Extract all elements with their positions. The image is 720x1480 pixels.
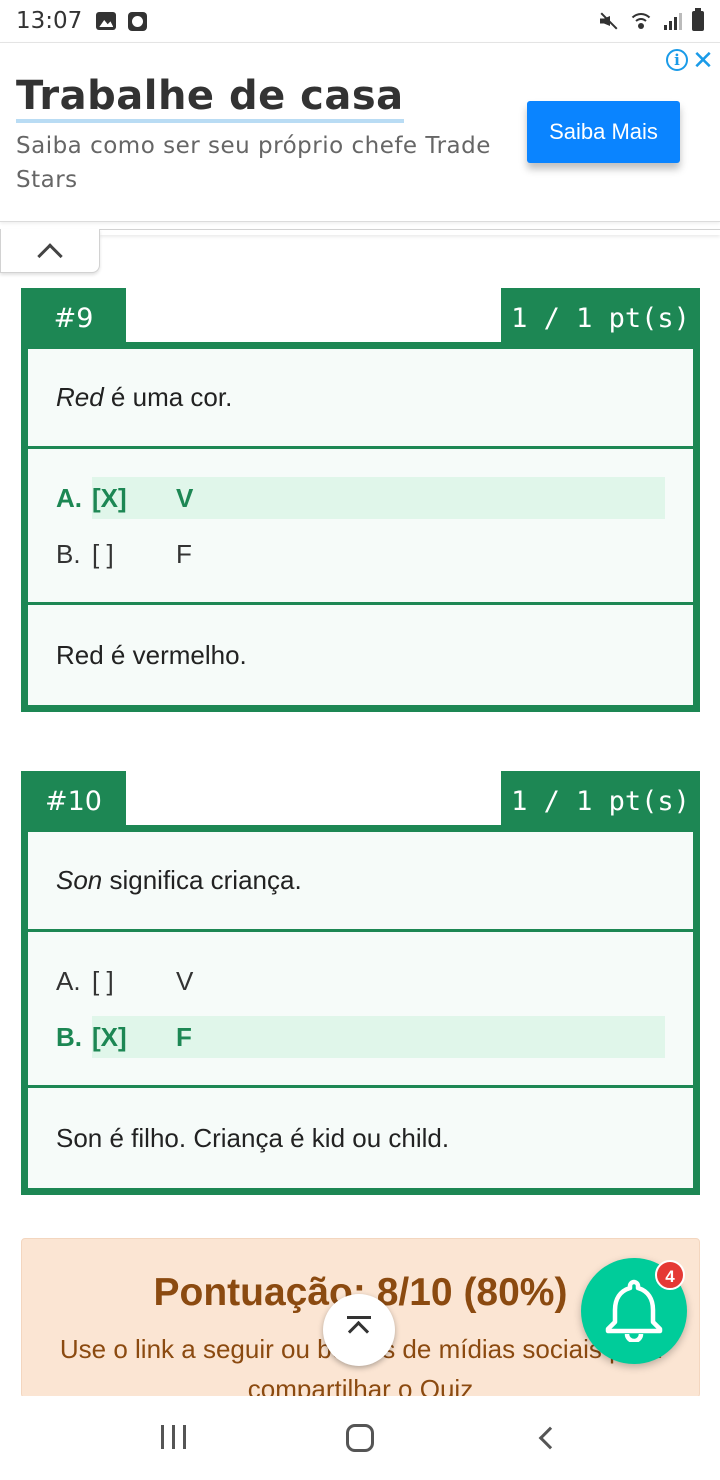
question-body: Red é uma cor. A. [X] V B. [ ] F Red é v…	[21, 342, 700, 712]
question-explanation: Red é vermelho.	[28, 602, 693, 705]
option-label: B.	[56, 538, 81, 569]
recent-apps-icon	[157, 1424, 190, 1452]
ad-banner[interactable]: i ✕ Trabalhe de casa Saiba como ser seu …	[0, 42, 720, 222]
gallery-notification-icon	[96, 12, 117, 30]
question-header: #10 1 / 1 pt(s)	[21, 771, 700, 831]
option-b: B. [X] F	[56, 1016, 665, 1058]
recent-apps-button[interactable]	[143, 1408, 203, 1468]
option-mark: [ ]	[92, 538, 114, 569]
battery-icon	[692, 8, 704, 31]
option-mark: [ ]	[92, 965, 114, 996]
question-card: #10 1 / 1 pt(s) Son significa criança. A…	[21, 771, 700, 1195]
option-b: B. [ ] F	[56, 533, 665, 575]
ad-collapse-button[interactable]	[0, 229, 100, 273]
question-text: Son significa criança.	[28, 832, 693, 929]
ad-info-icon[interactable]: i	[666, 49, 688, 71]
option-label: A.	[56, 965, 81, 996]
ad-title[interactable]: Trabalhe de casa	[16, 73, 404, 123]
mute-icon	[598, 11, 618, 31]
option-value: V	[176, 965, 194, 996]
question-number: #10	[21, 771, 126, 831]
chevron-up-icon	[37, 242, 63, 269]
question-explanation: Son é filho. Criança é kid ou child.	[28, 1085, 693, 1188]
question-points: 1 / 1 pt(s)	[501, 771, 700, 831]
status-time: 13:07	[16, 8, 83, 34]
ad-divider	[100, 229, 720, 235]
option-value: F	[176, 1021, 192, 1052]
question-options: A. [ ] V B. [X] F	[28, 929, 693, 1085]
wifi-icon	[628, 11, 654, 31]
question-options: A. [X] V B. [ ] F	[28, 446, 693, 602]
ad-close-icon[interactable]: ✕	[692, 47, 714, 73]
navigation-bar	[0, 1396, 720, 1480]
clock-notification-icon	[128, 11, 148, 31]
question-text-rest: é uma cor.	[103, 382, 233, 412]
scroll-top-bar-icon	[347, 1316, 371, 1319]
question-text: Red é uma cor.	[28, 349, 693, 446]
option-mark: [X]	[92, 1021, 127, 1052]
question-text-rest: significa criança.	[102, 865, 302, 895]
status-bar: 13:07	[0, 0, 720, 42]
bell-icon	[605, 1279, 663, 1342]
option-label: B.	[56, 1021, 82, 1052]
option-label: A.	[56, 482, 82, 513]
question-keyword: Son	[56, 865, 103, 895]
signal-icon	[664, 12, 682, 30]
option-a: A. [X] V	[56, 477, 665, 519]
home-button[interactable]	[330, 1408, 390, 1468]
scroll-to-top-button[interactable]	[323, 1294, 395, 1366]
option-value: V	[176, 482, 194, 513]
question-points: 1 / 1 pt(s)	[501, 288, 700, 348]
question-body: Son significa criança. A. [ ] V B. [X] F…	[21, 825, 700, 1195]
ad-subtitle: Saiba como ser seu próprio chefe Trade S…	[16, 133, 491, 193]
option-a: A. [ ] V	[56, 960, 665, 1002]
option-value: F	[176, 538, 192, 569]
question-keyword: Red	[56, 382, 104, 412]
option-mark: [X]	[92, 482, 127, 513]
ad-cta-button[interactable]: Saiba Mais	[527, 101, 680, 163]
home-icon	[345, 1424, 374, 1452]
notification-badge: 4	[655, 1260, 685, 1290]
question-header: #9 1 / 1 pt(s)	[21, 288, 700, 348]
back-button[interactable]	[517, 1408, 577, 1468]
question-card: #9 1 / 1 pt(s) Red é uma cor. A. [X] V B…	[21, 288, 700, 712]
back-icon	[538, 1426, 561, 1450]
chevron-up-icon	[347, 1320, 370, 1343]
question-number: #9	[21, 288, 126, 348]
ad-controls: i ✕	[666, 47, 714, 73]
